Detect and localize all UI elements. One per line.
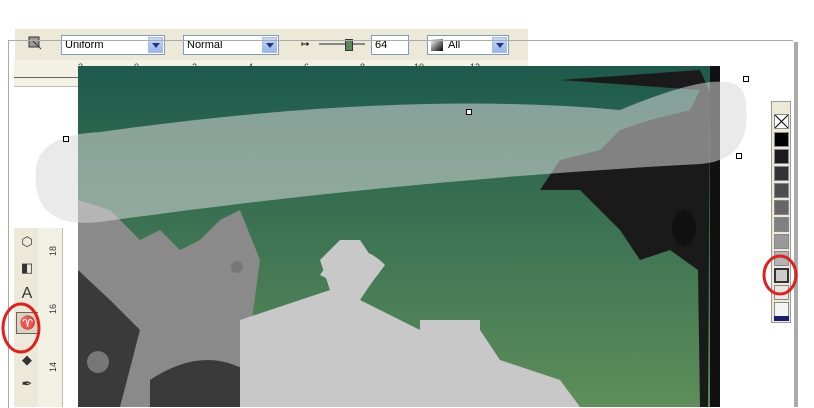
swatch-gray50[interactable] (774, 217, 789, 232)
selection-handle[interactable] (63, 136, 69, 142)
swatch-none[interactable] (774, 114, 789, 129)
swatch-gray70[interactable] (774, 183, 789, 198)
selection-handle[interactable] (466, 109, 472, 115)
round-window-small (231, 261, 243, 273)
selection-handle[interactable] (736, 153, 742, 159)
swatch-gray40[interactable] (774, 234, 789, 249)
drawing-canvas[interactable] (0, 0, 814, 407)
house-box (420, 320, 480, 407)
pen-tool-icon[interactable]: ✒ (16, 374, 38, 394)
text-tool-icon[interactable]: A (16, 284, 38, 304)
swatch-gray20-selected[interactable] (774, 268, 789, 283)
round-window (87, 351, 109, 373)
vertical-ruler: 18 16 14 (38, 228, 63, 407)
toolbox: ⬡ ◧ A ♈ ◆ ✒ (14, 228, 40, 407)
swatch-gray60[interactable] (774, 200, 789, 215)
selection-handle[interactable] (743, 76, 749, 82)
owl-silhouette (672, 210, 696, 246)
swatch-gray80[interactable] (774, 166, 789, 181)
palette-scroll[interactable] (774, 316, 789, 321)
swatch-gray90[interactable] (774, 149, 789, 164)
shape-tool-icon[interactable]: ◧ (16, 258, 38, 278)
swatch-white[interactable] (774, 302, 789, 317)
transparency-tool-icon[interactable]: ♈ (16, 312, 40, 334)
polygon-tool-icon[interactable]: ⬡ (16, 232, 38, 252)
swatch-gray10[interactable] (774, 285, 789, 300)
fill-tool-icon[interactable]: ◆ (16, 350, 38, 370)
swatch-black[interactable] (774, 132, 789, 147)
swatch-gray30[interactable] (774, 251, 789, 266)
color-palette (771, 101, 791, 323)
